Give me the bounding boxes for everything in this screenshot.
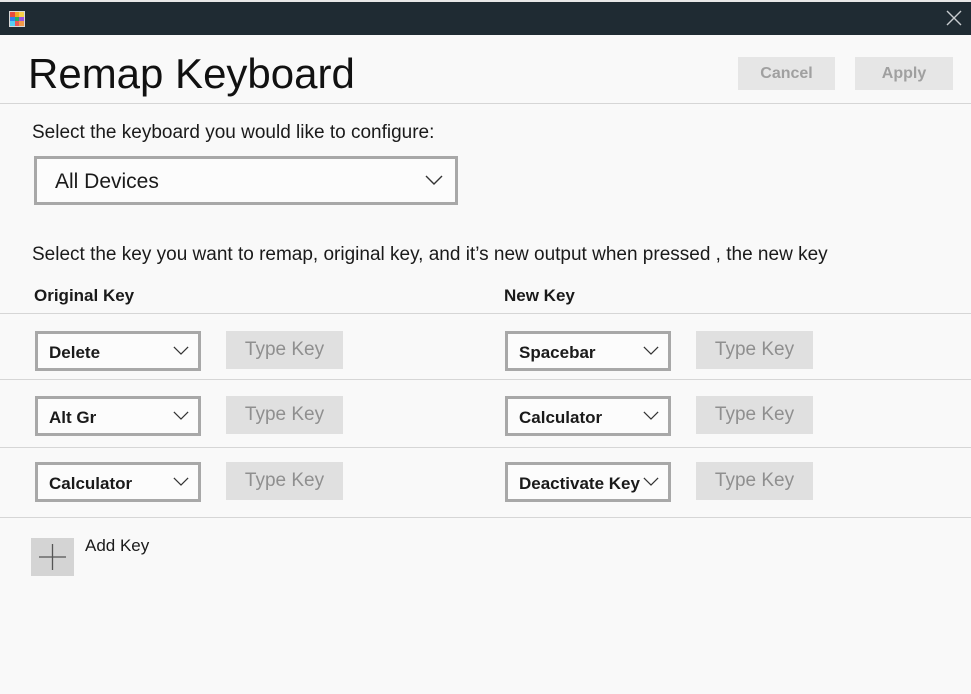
original-key-value: Delete bbox=[49, 343, 101, 362]
powertoys-app-icon bbox=[9, 11, 25, 27]
page-title: Remap Keyboard bbox=[28, 50, 355, 97]
remap-instructions: Select the key you want to remap, origin… bbox=[32, 244, 828, 265]
new-key-value: Spacebar bbox=[519, 343, 596, 362]
new-key-value: Calculator bbox=[519, 408, 603, 427]
apply-button[interactable]: Apply bbox=[855, 57, 953, 90]
original-key-value: Alt Gr bbox=[49, 408, 97, 427]
close-icon[interactable] bbox=[943, 7, 965, 29]
chevron-down-icon bbox=[425, 175, 443, 185]
remap-row: Calculator Type Key Deactivate Key Type … bbox=[0, 448, 971, 514]
remap-row: Delete Type Key Spacebar Type Key bbox=[0, 314, 971, 380]
chevron-down-icon bbox=[173, 411, 189, 420]
original-type-key-button[interactable]: Type Key bbox=[226, 331, 343, 369]
new-key-select[interactable]: Deactivate Key bbox=[505, 462, 671, 502]
original-type-key-button[interactable]: Type Key bbox=[226, 396, 343, 434]
chevron-down-icon bbox=[643, 346, 659, 355]
add-key-button[interactable] bbox=[31, 538, 74, 576]
chevron-down-icon bbox=[643, 411, 659, 420]
new-key-select[interactable]: Calculator bbox=[505, 396, 671, 436]
title-bar bbox=[0, 0, 971, 35]
device-select[interactable]: All Devices bbox=[34, 156, 458, 205]
original-key-select[interactable]: Calculator bbox=[35, 462, 201, 502]
add-key-label: Add Key bbox=[85, 536, 150, 555]
new-key-header: New Key bbox=[504, 286, 575, 305]
chevron-down-icon bbox=[173, 477, 189, 486]
new-type-key-button[interactable]: Type Key bbox=[696, 462, 813, 500]
header-divider bbox=[0, 103, 971, 104]
new-key-select[interactable]: Spacebar bbox=[505, 331, 671, 371]
original-type-key-button[interactable]: Type Key bbox=[226, 462, 343, 500]
original-key-select[interactable]: Alt Gr bbox=[35, 396, 201, 436]
keyboard-select-prompt: Select the keyboard you would like to co… bbox=[32, 122, 435, 143]
chevron-down-icon bbox=[643, 477, 659, 486]
row-divider bbox=[0, 517, 971, 518]
original-key-header: Original Key bbox=[34, 286, 135, 305]
plus-icon bbox=[39, 544, 66, 570]
new-key-value: Deactivate Key bbox=[519, 474, 640, 493]
remap-row: Alt Gr Type Key Calculator Type Key bbox=[0, 380, 971, 446]
original-key-value: Calculator bbox=[49, 474, 133, 493]
chevron-down-icon bbox=[173, 346, 189, 355]
new-type-key-button[interactable]: Type Key bbox=[696, 396, 813, 434]
original-key-select[interactable]: Delete bbox=[35, 331, 201, 371]
device-select-value: All Devices bbox=[55, 170, 159, 193]
new-type-key-button[interactable]: Type Key bbox=[696, 331, 813, 369]
cancel-button[interactable]: Cancel bbox=[738, 57, 835, 90]
